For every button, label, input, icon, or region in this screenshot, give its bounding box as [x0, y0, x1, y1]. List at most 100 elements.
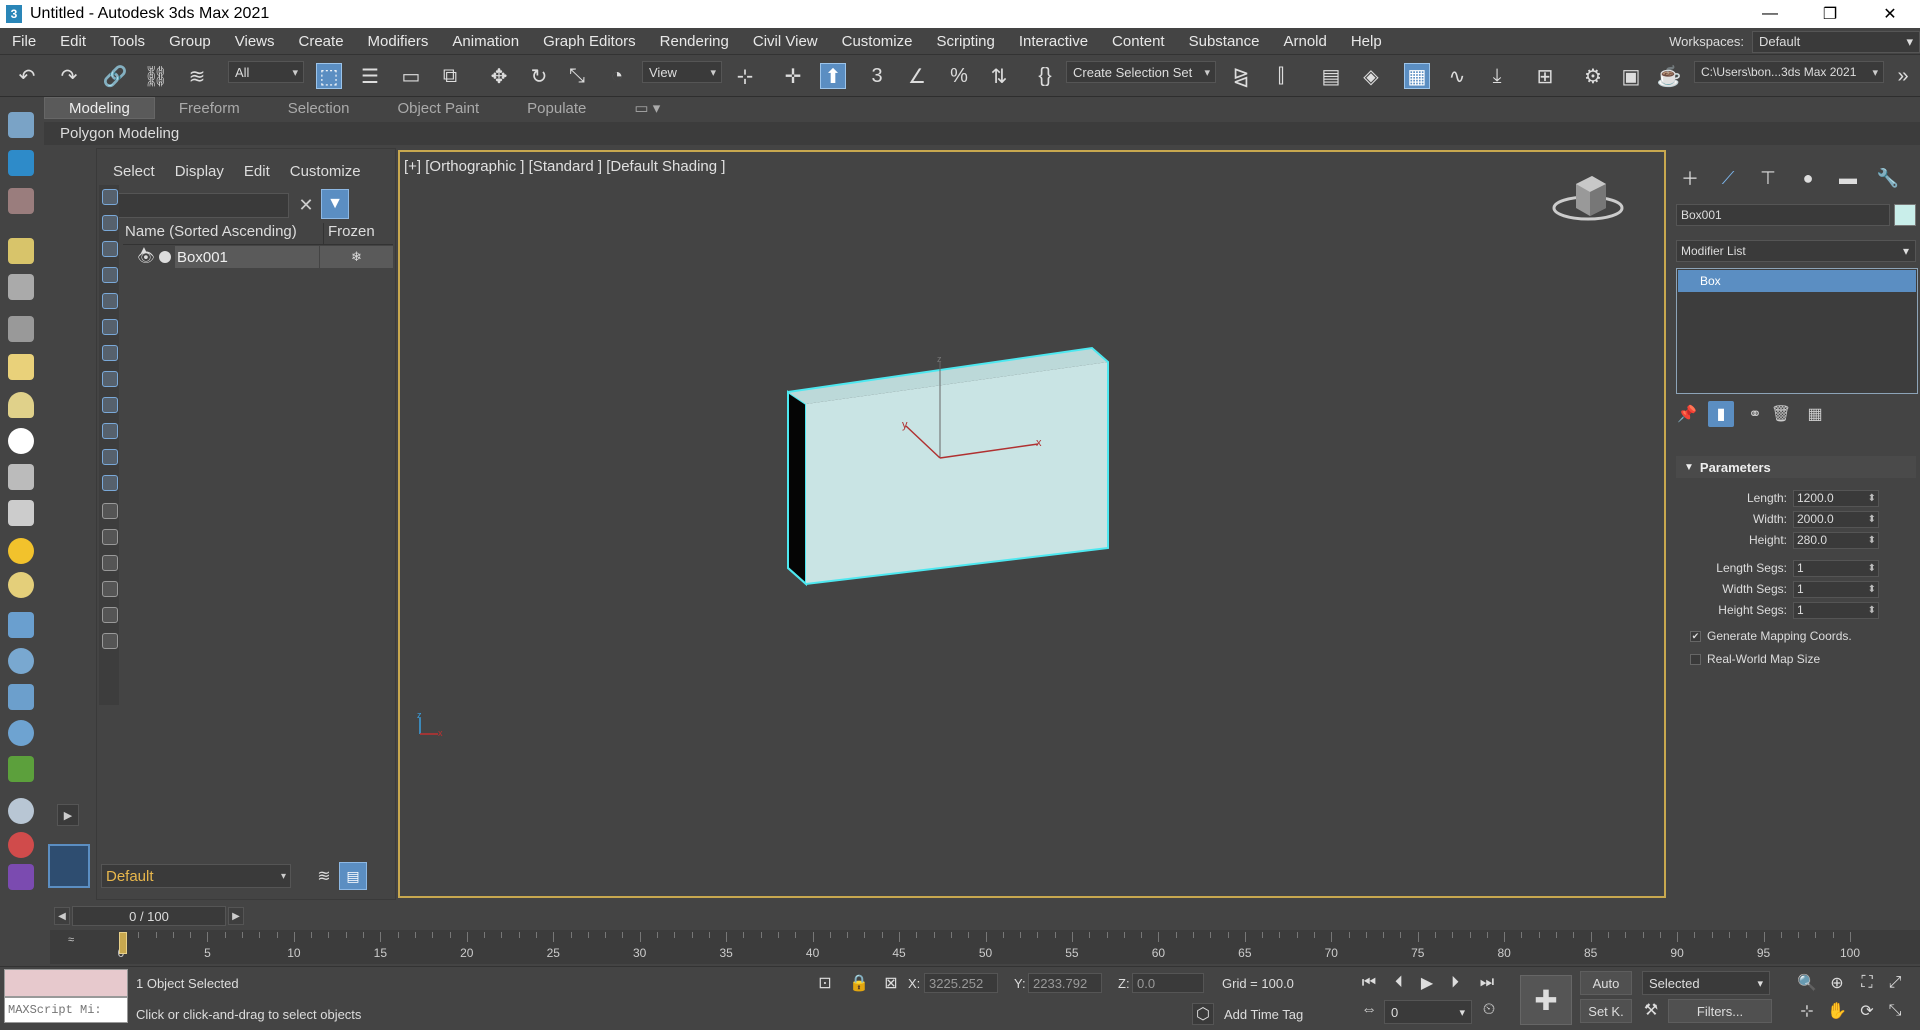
eye-icon[interactable]: 👁: [137, 249, 155, 266]
curve-editor-icon[interactable]: ∿: [1444, 63, 1470, 89]
plane-icon[interactable]: [8, 354, 34, 380]
sphere-light-icon[interactable]: [8, 572, 34, 598]
modify-tab-icon[interactable]: ⟋: [1714, 164, 1742, 192]
menu-edit[interactable]: Edit: [48, 33, 98, 50]
ribbon-tab-populate[interactable]: Populate: [503, 97, 610, 119]
orbit-icon[interactable]: ⟳: [1856, 1000, 1878, 1022]
utilities-tab-icon[interactable]: 🔧: [1874, 164, 1902, 192]
menu-graph-editors[interactable]: Graph Editors: [531, 33, 648, 50]
next-frame-arrow-icon[interactable]: ▶: [228, 907, 244, 925]
menu-tools[interactable]: Tools: [98, 33, 157, 50]
zoom-extents-all-icon[interactable]: ⤢: [1884, 972, 1906, 994]
add-time-tag-button[interactable]: Add Time Tag: [1224, 1007, 1303, 1022]
time-slider-thumb[interactable]: 0 / 100: [72, 906, 226, 926]
explorer-menu-display[interactable]: Display: [175, 163, 224, 180]
grid-icon[interactable]: [8, 612, 34, 638]
tripod-icon[interactable]: [8, 684, 34, 710]
percent-snap-icon[interactable]: %: [946, 63, 972, 89]
frozen-filter-icon[interactable]: [102, 449, 118, 465]
maxscript-listener-output[interactable]: [4, 969, 128, 997]
set-key-icon[interactable]: ⚒: [1640, 999, 1662, 1021]
parameters-rollout[interactable]: ▼ Parameters: [1676, 456, 1916, 478]
layer-explorer-icon[interactable]: ◈: [1358, 63, 1384, 89]
length-segs-spinner[interactable]: 1: [1793, 559, 1879, 577]
sphere-icon[interactable]: [8, 428, 34, 454]
time-marker[interactable]: [119, 932, 127, 954]
menu-help[interactable]: Help: [1339, 33, 1394, 50]
render-frame-icon[interactable]: [8, 188, 34, 214]
default-in-out-tangent-icon[interactable]: ✚: [1520, 975, 1572, 1025]
move-icon[interactable]: ✥: [486, 63, 512, 89]
viewport-layout-thumbnail[interactable]: [48, 844, 90, 888]
selection-lock-icon[interactable]: 🔒: [848, 972, 870, 994]
plant-icon[interactable]: [8, 756, 34, 782]
go-to-end-icon[interactable]: ⏭: [1476, 972, 1498, 994]
viewport-canvas[interactable]: x y z z x: [400, 152, 1664, 896]
menu-arnold[interactable]: Arnold: [1271, 33, 1338, 50]
field-of-view-icon[interactable]: ⊹: [1796, 1000, 1818, 1022]
viewcube-icon[interactable]: [1552, 176, 1624, 221]
pivot-center-icon[interactable]: ⊹: [732, 63, 758, 89]
menu-create[interactable]: Create: [287, 33, 356, 50]
pan-view-icon[interactable]: ✋: [1826, 1000, 1848, 1022]
lights-filter-icon[interactable]: [102, 241, 118, 257]
play-icon[interactable]: ▶: [1416, 972, 1438, 994]
viewport-config-icon[interactable]: [8, 864, 34, 890]
menu-modifiers[interactable]: Modifiers: [356, 33, 441, 50]
explorer-menu-edit[interactable]: Edit: [244, 163, 270, 180]
time-slider[interactable]: ◀ 0 / 100 ▶: [50, 904, 1920, 928]
layers-icon[interactable]: ≋: [311, 864, 337, 888]
show-end-result-icon[interactable]: ▮: [1708, 401, 1734, 427]
camera-helper-icon[interactable]: [8, 274, 34, 300]
render-production-icon[interactable]: ☕: [1656, 63, 1682, 89]
window-crossing-icon[interactable]: ⧉: [437, 63, 463, 89]
mirror-icon[interactable]: ⧎: [1228, 63, 1254, 89]
sort-by-layer-icon[interactable]: ▤: [339, 862, 367, 890]
track-bar[interactable]: ≈ 05101520253035404550556065707580859095…: [50, 930, 1920, 964]
prev-frame-arrow-icon[interactable]: ◀: [54, 907, 70, 925]
menu-file[interactable]: File: [0, 33, 48, 50]
make-unique-icon[interactable]: ⚭: [1742, 401, 1768, 427]
containers-filter-icon[interactable]: [102, 423, 118, 439]
clear-search-icon[interactable]: ✕: [295, 193, 317, 218]
color-palette-icon[interactable]: [8, 832, 34, 858]
unlink-icon[interactable]: ⛓: [143, 63, 169, 89]
auto-key-button[interactable]: Auto: [1580, 971, 1632, 995]
menu-animation[interactable]: Animation: [440, 33, 531, 50]
maximize-viewport-icon[interactable]: ⤡: [1884, 1000, 1906, 1022]
explorer-search-input[interactable]: [101, 193, 289, 218]
menu-content[interactable]: Content: [1100, 33, 1177, 50]
project-folder-dropdown[interactable]: C:\Users\bon...3ds Max 2021: [1694, 61, 1884, 83]
maximize-button[interactable]: ❐: [1800, 0, 1860, 28]
box001-mesh[interactable]: [787, 346, 1109, 587]
groups-filter-icon[interactable]: [102, 345, 118, 361]
scene-explorer-toggle-icon[interactable]: ▤: [1318, 63, 1344, 89]
light-icon[interactable]: [8, 238, 34, 264]
material-editor-icon[interactable]: ⊞: [1532, 63, 1558, 89]
frozen-column-header[interactable]: Frozen: [323, 223, 393, 244]
height-spinner[interactable]: 280.0: [1793, 531, 1879, 549]
toolbar-overflow-icon[interactable]: »: [1890, 63, 1916, 89]
y-coordinate-field[interactable]: [1028, 973, 1102, 993]
previous-key-icon[interactable]: ⏴: [1388, 972, 1410, 994]
menu-rendering[interactable]: Rendering: [648, 33, 741, 50]
name-column-header[interactable]: Name (Sorted Ascending) ▲: [123, 223, 323, 256]
teapot-icon[interactable]: [8, 112, 34, 138]
z-coordinate-field[interactable]: [1132, 973, 1204, 993]
reference-coordinate-dropdown[interactable]: View: [642, 61, 722, 83]
render-toggle-icon[interactable]: [159, 251, 171, 263]
menu-scripting[interactable]: Scripting: [924, 33, 1006, 50]
stack-item-box[interactable]: Box: [1678, 270, 1916, 292]
absolute-mode-icon[interactable]: ⊠: [880, 972, 902, 994]
undo-icon[interactable]: ↶: [14, 63, 40, 89]
selection-filter-dropdown[interactable]: All: [228, 61, 304, 83]
rendered-frame-window-icon[interactable]: ▣: [1618, 63, 1644, 89]
object-name[interactable]: Box001: [175, 246, 319, 268]
select-object-icon[interactable]: ⬚: [316, 63, 342, 89]
ribbon-options-icon[interactable]: ▭ ▾: [610, 97, 684, 119]
hierarchy-tab-icon[interactable]: ⊤: [1754, 164, 1782, 192]
invert-display-icon[interactable]: [102, 555, 118, 571]
x-coordinate-field[interactable]: [924, 973, 998, 993]
viewport[interactable]: [+] [Orthographic ] [Standard ] [Default…: [398, 150, 1666, 898]
helpers-filter-icon[interactable]: [102, 293, 118, 309]
